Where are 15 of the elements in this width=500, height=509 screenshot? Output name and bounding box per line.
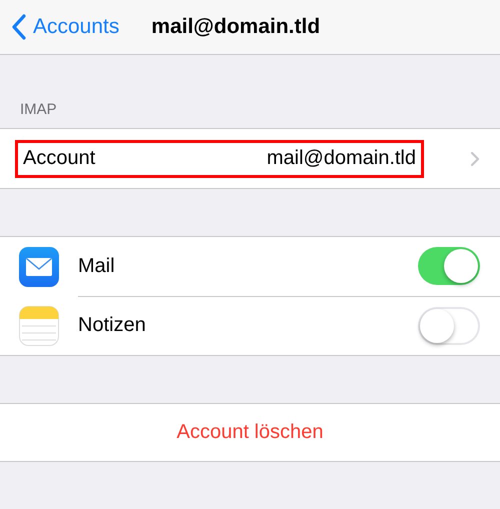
- back-chevron-icon: [11, 14, 27, 40]
- notes-icon: [19, 306, 59, 346]
- back-button[interactable]: Accounts: [0, 14, 120, 40]
- navigation-title: mail@domain.tld: [151, 15, 320, 39]
- account-label: Account: [23, 147, 96, 170]
- app-name: Notizen: [78, 314, 146, 337]
- mail-envelope-icon: [19, 246, 59, 286]
- disclosure-chevron-icon: [470, 150, 480, 166]
- toggle-switch[interactable]: [418, 306, 480, 344]
- account-row[interactable]: Account mail@domain.tld: [0, 128, 500, 189]
- toggle-switch[interactable]: [418, 247, 480, 285]
- delete-account-button[interactable]: Account löschen: [0, 404, 500, 461]
- account-value: mail@domain.tld: [266, 147, 416, 170]
- app-name: Mail: [78, 254, 115, 278]
- section-header: IMAP: [20, 101, 57, 118]
